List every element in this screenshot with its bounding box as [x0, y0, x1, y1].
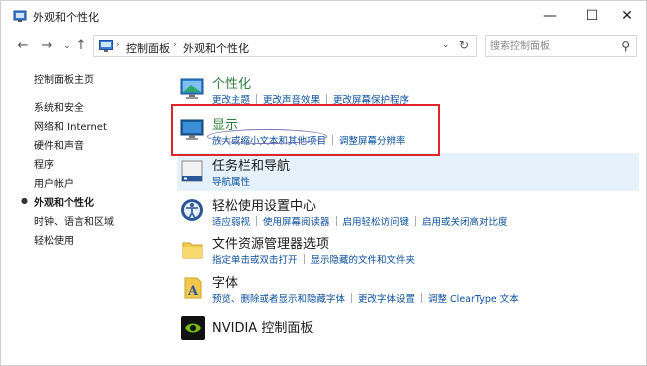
- sidebar-item-hardware-sound[interactable]: 硬件和声音: [34, 137, 84, 152]
- link-manage-fonts[interactable]: 预览、删除或者显示和隐藏字体: [212, 294, 345, 305]
- control-panel-app-icon: [13, 10, 27, 22]
- personalization-icon: [180, 78, 204, 99]
- title-bar: 外观和个性化 — ☐ ✕: [1, 1, 646, 31]
- sidebar-item-system-security[interactable]: 系统和安全: [34, 99, 84, 114]
- link-separator: [303, 254, 305, 264]
- link-cleartype[interactable]: 调整 ClearType 文本: [428, 294, 519, 305]
- close-button[interactable]: ✕: [608, 1, 646, 31]
- nvidia-icon: [181, 316, 205, 340]
- link-show-hidden-files[interactable]: 显示隐藏的文件和文件夹: [311, 255, 416, 266]
- category-file-explorer-options: 文件资源管理器选项 指定单击或双击打开 显示隐藏的文件和文件夹: [177, 233, 639, 267]
- category-ease-of-access: 轻松使用设置中心 适应弱视 使用屏幕阅读器 启用轻松访问键 启用或关闭高对比度: [177, 195, 639, 229]
- link-separator: [351, 293, 353, 303]
- control-panel-address-icon: [99, 40, 113, 52]
- category-nvidia: NVIDIA 控制面板: [177, 312, 639, 342]
- link-font-settings[interactable]: 更改字体设置: [358, 294, 415, 305]
- link-navigation-properties[interactable]: 导航属性: [212, 177, 250, 188]
- sidebar-item-network[interactable]: 网络和 Internet: [34, 118, 107, 133]
- breadcrumb-appearance[interactable]: 外观和个性化: [183, 40, 249, 56]
- search-box[interactable]: ⚲: [485, 35, 637, 57]
- category-title-nvidia[interactable]: NVIDIA 控制面板: [212, 317, 313, 336]
- category-personalization: 个性化 更改主题 更改声音效果 更改屏幕保护程序: [177, 73, 639, 107]
- link-separator: [421, 293, 423, 303]
- sidebar-item-clock-language-region[interactable]: 时钟、语言和区域: [34, 213, 114, 228]
- link-low-vision[interactable]: 适应弱视: [212, 217, 250, 228]
- fonts-links: 预览、删除或者显示和隐藏字体 更改字体设置 调整 ClearType 文本: [212, 291, 519, 305]
- link-separator: [415, 216, 417, 226]
- refresh-icon[interactable]: ↻: [459, 38, 469, 52]
- address-dropdown-chevron-icon[interactable]: ⌄: [442, 40, 450, 50]
- minimize-button[interactable]: —: [531, 1, 569, 31]
- breadcrumb-separator-icon: ›: [243, 40, 247, 50]
- fonts-icon: A: [184, 277, 202, 299]
- taskbar-icon: [181, 160, 203, 182]
- sidebar: 控制面板主页 系统和安全 网络和 Internet 硬件和声音 程序 用户帐户 …: [1, 61, 161, 361]
- sidebar-item-home[interactable]: 控制面板主页: [34, 71, 94, 86]
- sidebar-item-ease-of-access[interactable]: 轻松使用: [34, 232, 74, 247]
- category-fonts: A 字体 预览、删除或者显示和隐藏字体 更改字体设置 调整 ClearType 文本: [177, 272, 639, 306]
- link-separator: [256, 94, 258, 104]
- category-title-file-explorer-options[interactable]: 文件资源管理器选项: [212, 233, 329, 252]
- search-icon[interactable]: ⚲: [621, 39, 630, 53]
- category-title-fonts[interactable]: 字体: [212, 272, 238, 291]
- address-bar[interactable]: › 控制面板 › 外观和个性化 › ⌄ ↻: [93, 35, 477, 57]
- ease-of-access-icon: [181, 199, 203, 221]
- link-access-keys[interactable]: 启用轻松访问键: [343, 217, 410, 228]
- up-arrow-icon[interactable]: ↑: [73, 38, 89, 54]
- sidebar-item-user-accounts[interactable]: 用户帐户: [34, 175, 74, 190]
- breadcrumb-separator-icon: ›: [173, 40, 177, 50]
- taskbar-links: 导航属性: [212, 174, 250, 188]
- current-item-bullet-icon: ●: [21, 196, 28, 205]
- link-separator: [256, 216, 258, 226]
- link-high-contrast[interactable]: 启用或关闭高对比度: [422, 217, 508, 228]
- file-explorer-links: 指定单击或双击打开 显示隐藏的文件和文件夹: [212, 252, 415, 266]
- ease-of-access-links: 适应弱视 使用屏幕阅读器 启用轻松访问键 启用或关闭高对比度: [212, 214, 508, 228]
- control-panel-window: 外观和个性化 — ☐ ✕ ← → ⌄ ↑ › 控制面板 › 外观和个性化 › ⌄…: [0, 0, 647, 366]
- maximize-button[interactable]: ☐: [573, 1, 611, 31]
- category-title-personalization[interactable]: 个性化: [212, 73, 251, 92]
- window-title: 外观和个性化: [33, 11, 99, 24]
- back-arrow-icon[interactable]: ←: [15, 38, 31, 54]
- forward-arrow-icon[interactable]: →: [39, 38, 55, 54]
- svg-text:A: A: [187, 284, 199, 299]
- breadcrumb-separator-icon: ›: [116, 40, 120, 50]
- folder-options-icon: [182, 242, 203, 259]
- category-title-ease-of-access[interactable]: 轻松使用设置中心: [212, 195, 316, 214]
- category-taskbar: 任务栏和导航 导航属性: [177, 153, 639, 191]
- navigation-bar: ← → ⌄ ↑ › 控制面板 › 外观和个性化 › ⌄ ↻ ⚲: [1, 31, 646, 61]
- link-separator: [326, 94, 328, 104]
- link-single-double-click[interactable]: 指定单击或双击打开: [212, 255, 298, 266]
- link-separator: [335, 216, 337, 226]
- category-title-taskbar[interactable]: 任务栏和导航: [212, 155, 290, 174]
- search-input[interactable]: [490, 39, 610, 53]
- breadcrumb-control-panel[interactable]: 控制面板: [126, 40, 170, 56]
- sidebar-item-programs[interactable]: 程序: [34, 156, 54, 171]
- link-screen-reader[interactable]: 使用屏幕阅读器: [263, 217, 330, 228]
- highlight-annotation-oval: [207, 129, 327, 144]
- sidebar-item-appearance[interactable]: 外观和个性化: [34, 194, 94, 209]
